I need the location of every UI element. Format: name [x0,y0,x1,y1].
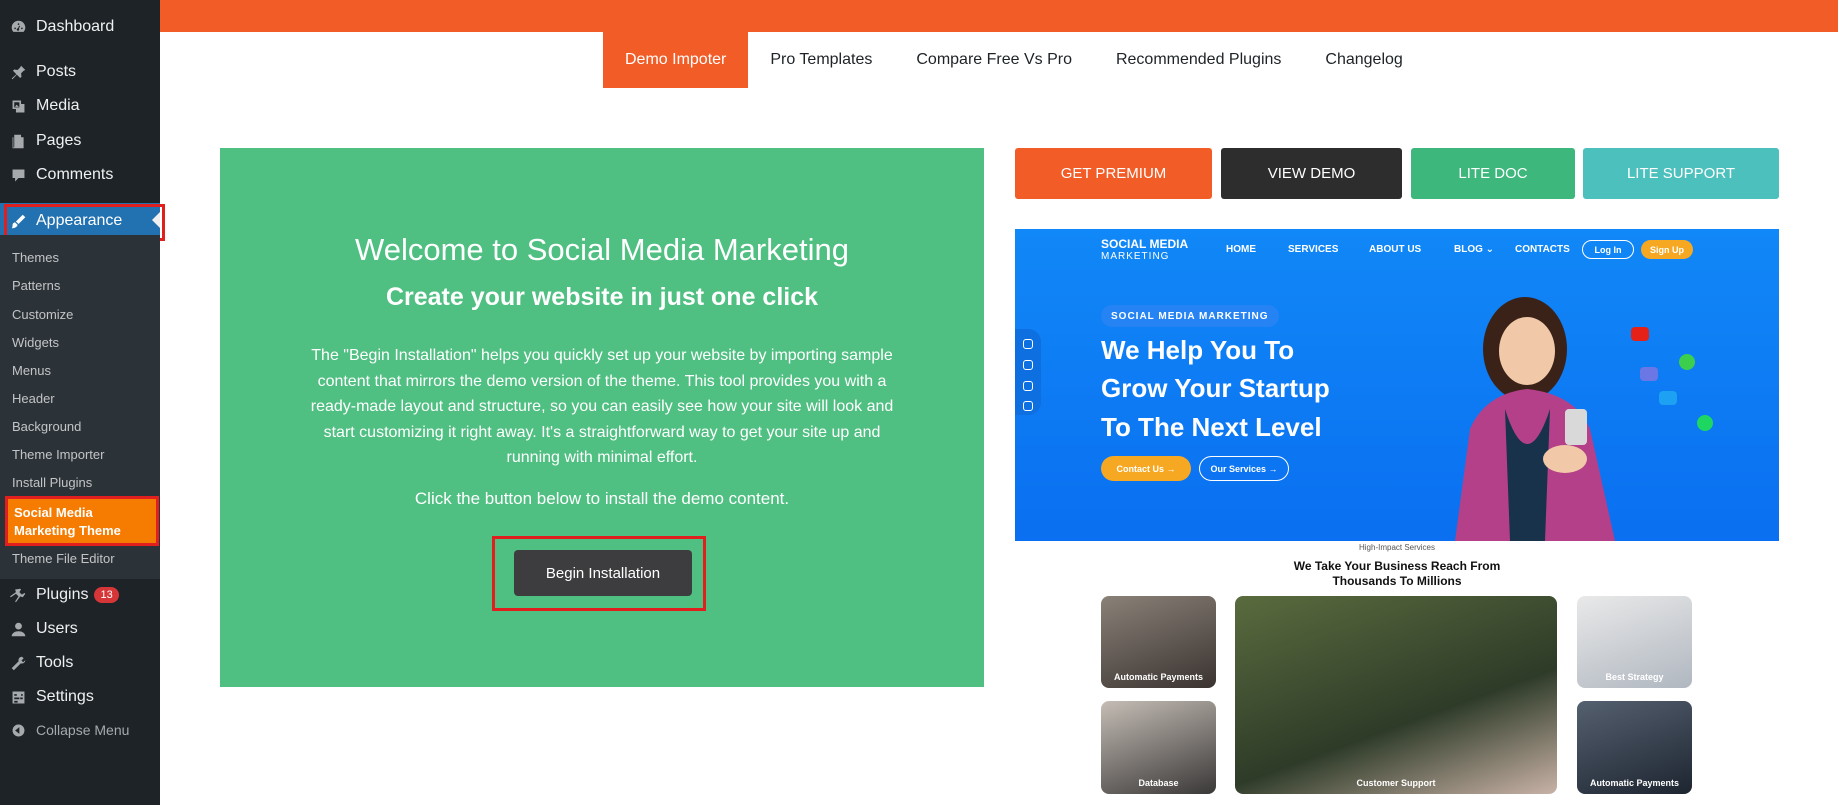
menu-users[interactable]: Users [0,612,160,646]
discord-icon [1640,367,1658,381]
welcome-instruction: Click the button below to install the de… [414,489,790,508]
menu-posts[interactable]: Posts [0,55,160,89]
plugin-icon [0,587,36,604]
hero-person-image [1455,297,1615,541]
preview-section-label: High-Impact Services [1358,543,1436,552]
preview-logo-line2: MARKETING [1101,251,1170,262]
menu-label: Users [36,620,78,637]
preview-social-bar [1015,329,1041,415]
twitter-bird-icon [1659,391,1677,405]
menu-label: Posts [36,63,77,80]
preview-nav-about: ABOUT US [1369,244,1422,255]
card-best-strategy: Best Strategy [1577,596,1692,688]
submenu-menus[interactable]: Menus [12,363,51,378]
menu-plugins[interactable]: Plugins 13 [0,578,160,612]
preview-hero: SOCIAL MEDIA MARKETING HOME SERVICES ABO… [1015,229,1779,541]
card-customer-support: Customer Support [1235,596,1557,794]
welcome-subtitle: Create your website in just one click [385,283,819,311]
submenu-background[interactable]: Background [12,419,81,434]
card-automatic-payments-1: Automatic Payments [1101,596,1216,688]
menu-media[interactable]: Media [0,89,160,123]
twitter-icon [1023,381,1033,391]
preview-section-title-2: Thousands To Millions [1332,574,1462,588]
submenu-themes[interactable]: Themes [12,250,59,265]
submenu-patterns[interactable]: Patterns [12,278,60,293]
comment-icon [0,167,36,184]
instagram-icon [1023,401,1033,411]
menu-pages[interactable]: Pages [0,124,160,158]
tab-changelog[interactable]: Changelog [1303,32,1424,88]
preview-login-button: Log In [1582,240,1634,259]
menu-comments[interactable]: Comments [0,158,160,192]
welcome-description: The "Begin Installation" helps you quick… [310,347,894,466]
preview-nav-home: HOME [1226,244,1256,255]
welcome-title: Welcome to Social Media Marketing [355,232,849,267]
theme-preview: SOCIAL MEDIA MARKETING HOME SERVICES ABO… [1015,229,1779,805]
whatsapp-icon [1679,354,1695,370]
menu-collapse[interactable]: Collapse Menu [0,713,160,747]
plugins-update-badge: 13 [94,587,119,603]
pages-icon [0,133,36,150]
lite-support-button[interactable]: LITE SUPPORT [1583,148,1779,199]
highlight-begin-installation [492,536,706,611]
card-automatic-payments-2: Automatic Payments [1577,701,1692,794]
wrench-icon [0,655,36,672]
preview-contact-button: Contact Us → [1101,456,1191,481]
spotify-icon [1697,415,1713,431]
top-accent-bar [160,0,1838,32]
preview-headline-3: To The Next Level [1101,412,1322,442]
preview-nav-services: SERVICES [1288,244,1339,255]
collapse-icon [0,722,36,739]
preview-nav-contacts: CONTACTS [1515,244,1570,255]
submenu-customize[interactable]: Customize [12,307,73,322]
submenu-header[interactable]: Header [12,391,55,406]
menu-label: Settings [36,688,94,705]
preview-headline-2: Grow Your Startup [1101,373,1330,403]
preview-signup-button: Sign Up [1641,240,1693,259]
lite-doc-button[interactable]: LITE DOC [1411,148,1575,199]
menu-tools[interactable]: Tools [0,646,160,680]
preview-kicker: SOCIAL MEDIA MARKETING [1101,305,1279,327]
get-premium-button[interactable]: GET PREMIUM [1015,148,1212,199]
view-demo-button[interactable]: VIEW DEMO [1221,148,1402,199]
menu-dashboard[interactable]: Dashboard [0,10,160,44]
pin-icon [0,64,36,81]
menu-label: Plugins [36,586,89,603]
theme-tabs: Demo Impoter Pro Templates Compare Free … [603,32,1425,88]
submenu-theme-file-editor[interactable]: Theme File Editor [12,551,115,566]
menu-label: Media [36,97,80,114]
submenu-widgets[interactable]: Widgets [12,335,59,350]
admin-sidebar: Dashboard Posts Media Pages Comments App… [0,0,165,805]
linkedin-icon [1023,360,1033,370]
media-icon [0,98,36,115]
dashboard-icon [0,19,36,36]
tab-compare-free-vs-pro[interactable]: Compare Free Vs Pro [894,32,1094,88]
menu-label: Comments [36,166,114,183]
settings-icon [0,689,36,706]
submenu-install-plugins[interactable]: Install Plugins [12,475,92,490]
tab-recommended-plugins[interactable]: Recommended Plugins [1094,32,1303,88]
preview-headline-1: We Help You To [1101,335,1295,365]
preview-logo-line1: SOCIAL MEDIA [1101,237,1189,251]
menu-label: Collapse Menu [36,722,130,738]
users-icon [0,621,36,638]
preview-services-button: Our Services → [1199,456,1289,481]
youtube-icon [1631,327,1649,341]
menu-settings[interactable]: Settings [0,680,160,714]
submenu-theme-importer[interactable]: Theme Importer [12,447,104,462]
menu-label: Dashboard [36,18,115,35]
menu-label: Tools [36,654,74,671]
tab-pro-templates[interactable]: Pro Templates [748,32,894,88]
menu-label: Pages [36,132,82,149]
tab-demo-importer[interactable]: Demo Impoter [603,32,749,88]
facebook-icon [1023,339,1033,349]
preview-nav-blog: BLOG ⌄ [1454,244,1495,255]
preview-section-title-1: We Take Your Business Reach From [1293,559,1501,573]
submenu-social-media-marketing-theme[interactable]: Social Media Marketing Theme [5,496,159,546]
card-database: Database [1101,701,1216,794]
